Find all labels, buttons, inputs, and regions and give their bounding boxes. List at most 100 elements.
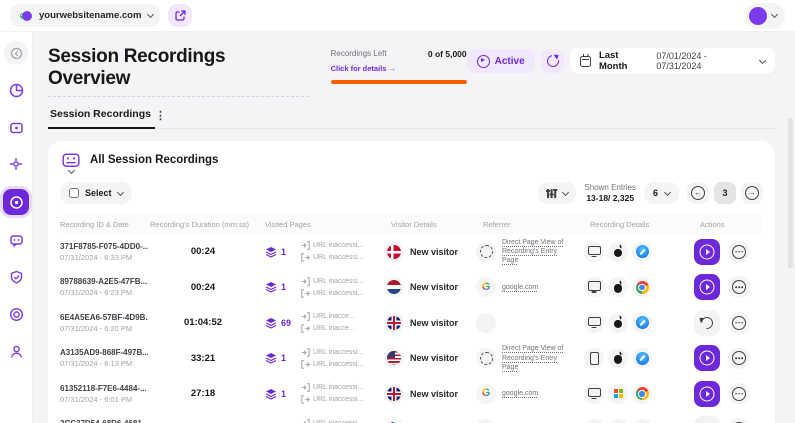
- visited-pages-count: 69: [281, 318, 291, 328]
- col-visitor-details[interactable]: Visitor Details: [382, 220, 468, 229]
- recording-id[interactable]: 61352118-F7E6-4484-...: [60, 384, 148, 393]
- os-icon: [608, 348, 628, 368]
- visited-pages-count: 1: [281, 247, 291, 257]
- referrer-icon: [476, 313, 496, 333]
- referrer-icon: [476, 348, 496, 368]
- sidebar-item-privacy[interactable]: [4, 265, 28, 289]
- row-menu-button[interactable]: [728, 312, 750, 334]
- vertical-scrollbar[interactable]: [788, 118, 793, 268]
- expired-recording-button[interactable]: [694, 416, 720, 423]
- chevron-down-icon: [147, 11, 154, 18]
- sidebar-item-feedback[interactable]: [4, 228, 28, 252]
- visitor-type: New visitor: [410, 282, 458, 292]
- tab-menu-button[interactable]: ⋮: [155, 109, 170, 128]
- referrer-label[interactable]: Direct Page View of Recording's Entry Pa…: [502, 344, 568, 372]
- collapse-sidebar-button[interactable]: [4, 41, 28, 65]
- browser-icon: [632, 277, 652, 297]
- open-website-button[interactable]: [168, 4, 192, 27]
- referrer-label[interactable]: google.com: [502, 389, 538, 398]
- play-recording-button[interactable]: [694, 239, 720, 265]
- play-recording-button[interactable]: [694, 345, 720, 371]
- expired-recording-button[interactable]: [694, 310, 720, 336]
- active-recordings-button[interactable]: Active: [467, 49, 535, 73]
- card-collapse-toggle[interactable]: [62, 153, 80, 173]
- device-icon: [584, 348, 604, 368]
- referrer-label[interactable]: Direct Page View of Recording's Entry Pa…: [502, 238, 568, 266]
- play-recording-button[interactable]: [694, 274, 720, 300]
- exit-page-url[interactable]: URL inaccessi...: [313, 254, 363, 261]
- column-settings-button[interactable]: [538, 182, 576, 204]
- table-header: Recording ID & Date Recording's Duration…: [60, 214, 763, 234]
- row-menu-button[interactable]: [728, 276, 750, 298]
- tab-session-recordings[interactable]: Session Recordings: [48, 108, 155, 129]
- exit-page-icon: [301, 289, 310, 298]
- tabs: Session Recordings ⋮: [48, 108, 775, 129]
- recording-date: 07/31/2024 - 6:13 PM: [60, 359, 148, 368]
- chevron-down-icon: [759, 56, 766, 63]
- recording-duration: 00:24: [148, 282, 258, 293]
- ellipsis-icon: [732, 280, 746, 294]
- date-preset: Last Month: [599, 50, 648, 72]
- os-icon: [608, 313, 628, 333]
- user-menu[interactable]: [745, 3, 785, 29]
- row-menu-button[interactable]: [728, 418, 750, 423]
- sidebar-item-goals[interactable]: [4, 302, 28, 326]
- sidebar-item-session-recordings[interactable]: [3, 189, 29, 215]
- recording-id[interactable]: 6E4A5EA6-57BF-4D9B...: [60, 313, 148, 322]
- referrer-label[interactable]: google.com: [502, 283, 538, 292]
- exit-page-url[interactable]: URL inaccessi...: [313, 290, 363, 297]
- chat-icon: [9, 233, 24, 248]
- visited-pages-count: 1: [281, 282, 291, 292]
- select-dropdown[interactable]: Select: [60, 182, 132, 204]
- visitor-type: New visitor: [410, 247, 458, 257]
- recording-id[interactable]: 2CC37D54-68D6-4681...: [60, 419, 148, 423]
- col-recording-id[interactable]: Recording ID & Date: [60, 220, 148, 229]
- entry-page-url[interactable]: URL inacce...: [313, 313, 355, 320]
- col-actions[interactable]: Actions: [668, 220, 763, 229]
- recording-id[interactable]: A3135AD9-868F-497B...: [60, 348, 148, 357]
- visitor-flag: [384, 277, 404, 297]
- col-duration[interactable]: Recording's Duration (mm:ss): [148, 220, 258, 229]
- row-menu-button[interactable]: [728, 383, 750, 405]
- exit-page-url[interactable]: URL inaccessi...: [313, 361, 363, 368]
- sidebar-item-inbox[interactable]: [4, 115, 28, 139]
- entry-page-url[interactable]: URL inaccessi...: [313, 278, 363, 285]
- flag-icon: [387, 245, 401, 259]
- exit-page-url[interactable]: URL inacce...: [313, 325, 355, 332]
- row-menu-button[interactable]: [728, 241, 750, 263]
- active-button-label: Active: [495, 56, 525, 67]
- website-selector[interactable]: yourwebsitename.com: [10, 4, 160, 27]
- exit-page-icon: [301, 395, 310, 404]
- quota-details-link[interactable]: Click for details →: [331, 64, 396, 73]
- layers-icon: [265, 281, 277, 293]
- recording-id[interactable]: 371F8785-F075-4DD0-...: [60, 242, 148, 251]
- col-visited-pages[interactable]: Visited Pages: [258, 220, 382, 229]
- play-recording-button[interactable]: [694, 381, 720, 407]
- recording-duration: 01:04:52: [148, 317, 258, 328]
- next-page-button[interactable]: →: [741, 182, 763, 204]
- page-size-dropdown[interactable]: 6: [644, 182, 679, 204]
- sidebar-item-interactions[interactable]: [4, 152, 28, 176]
- entry-page-url[interactable]: URL inaccessi...: [313, 349, 363, 356]
- col-referrer[interactable]: Referrer: [468, 220, 580, 229]
- exit-page-url[interactable]: URL inaccessi...: [313, 396, 363, 403]
- device-icon: [584, 419, 604, 423]
- recording-id[interactable]: 89788639-A2E5-47FB...: [60, 277, 148, 286]
- entry-page-icon: [301, 348, 310, 357]
- target-icon: [9, 307, 24, 322]
- select-checkbox[interactable]: [69, 188, 79, 198]
- entry-page-url[interactable]: URL inaccessi...: [313, 384, 363, 391]
- row-menu-button[interactable]: [728, 347, 750, 369]
- col-recording-details[interactable]: Recording Details: [580, 220, 668, 229]
- refresh-button[interactable]: [541, 49, 565, 73]
- entry-page-url[interactable]: URL inaccessi...: [313, 242, 363, 249]
- date-range-picker[interactable]: Last Month 07/01/2024 - 07/31/2024: [570, 48, 775, 74]
- layers-icon: [265, 388, 277, 400]
- shown-entries-value: 13-18/ 2,325: [584, 193, 636, 204]
- sidebar-item-visitors[interactable]: [4, 339, 28, 363]
- recordings-card: All Session Recordings Select Shown Entr…: [48, 141, 775, 423]
- prev-page-button[interactable]: ←: [687, 182, 709, 204]
- page-size-value: 6: [653, 188, 658, 198]
- sidebar-item-dashboard[interactable]: [4, 78, 28, 102]
- exit-page-icon: [301, 253, 310, 262]
